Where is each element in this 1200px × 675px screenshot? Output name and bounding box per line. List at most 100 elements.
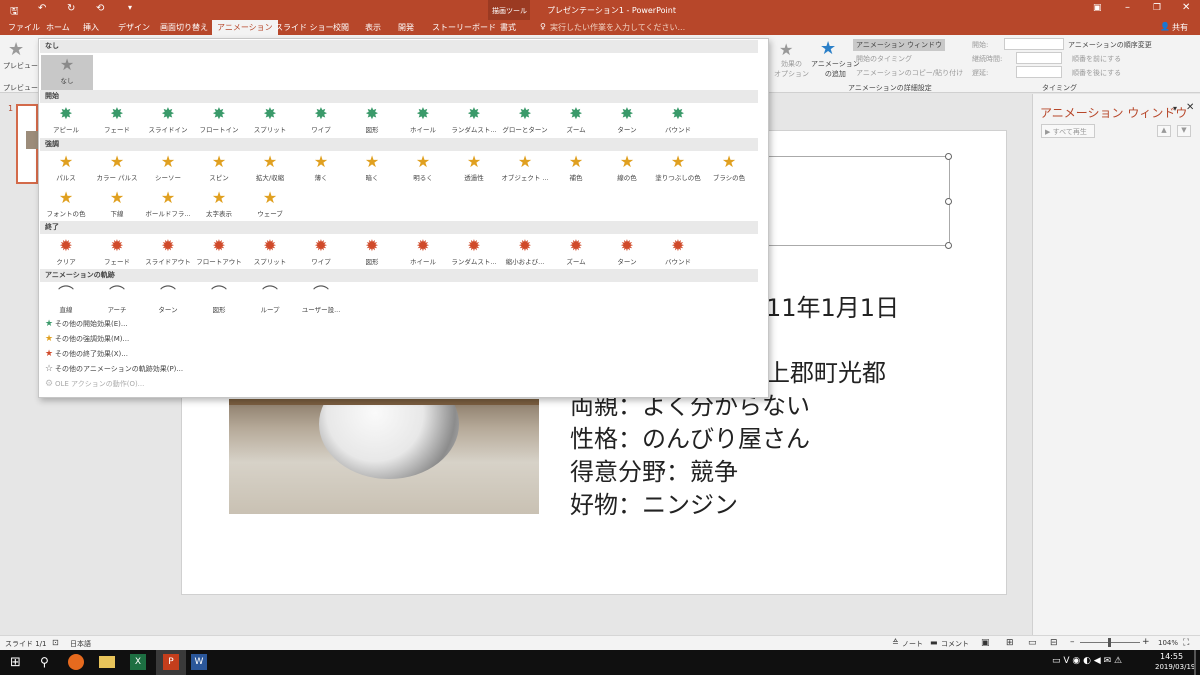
tab-design[interactable]: デザイン: [118, 22, 150, 33]
effect-options-button[interactable]: 効果の オプション: [774, 59, 809, 79]
resize-handle[interactable]: [945, 198, 952, 205]
ole-action-verbs[interactable]: ⚙ OLE アクションの動作(O)...: [45, 379, 144, 389]
tab-file[interactable]: ファイル: [8, 22, 40, 33]
emphasis-effect-10[interactable]: ★ 補色: [551, 152, 601, 192]
delay-input[interactable]: [1016, 66, 1062, 78]
normal-view-icon[interactable]: ▣: [981, 638, 990, 648]
entrance-effect-9[interactable]: ✸ グローとターン: [500, 104, 550, 144]
entrance-effect-1[interactable]: ✸ フェード: [92, 104, 142, 144]
emphasis-effect-5[interactable]: ★ 薄く: [296, 152, 346, 192]
tab-format[interactable]: 書式: [500, 22, 516, 33]
tray-icons[interactable]: ▭ V ◉ ◐ ◀ ✉ ⚠: [1052, 656, 1122, 666]
tab-home[interactable]: ホーム: [46, 22, 70, 33]
exit-effect-2[interactable]: ✹ スライドアウト: [143, 236, 193, 276]
animation-pane-button[interactable]: アニメーション ウィンドウ: [853, 39, 945, 51]
excel-icon[interactable]: X: [130, 654, 146, 670]
start-timing-button[interactable]: 開始のタイミング: [856, 54, 912, 64]
clock-date[interactable]: 2019/03/19: [1155, 663, 1195, 671]
emphasis-effect-11[interactable]: ★ 線の色: [602, 152, 652, 192]
emphasis-effect-12[interactable]: ★ 塗りつぶしの色: [653, 152, 703, 192]
exit-effect-1[interactable]: ✹ フェード: [92, 236, 142, 276]
paths-effect-1[interactable]: ⌒ アーチ: [92, 284, 142, 324]
undo-icon[interactable]: ↶: [38, 3, 46, 14]
exit-effect-0[interactable]: ✹ クリア: [41, 236, 91, 276]
exit-effect-10[interactable]: ✹ ズーム: [551, 236, 601, 276]
entrance-effect-6[interactable]: ✸ 図形: [347, 104, 397, 144]
emphasis-effect-2[interactable]: ★ シーソー: [143, 152, 193, 192]
exit-effect-7[interactable]: ✹ ホイール: [398, 236, 448, 276]
tab-review[interactable]: 校閲: [333, 22, 349, 33]
emphasis-effect-13[interactable]: ★ ブラシの色: [704, 152, 754, 192]
zoom-in-button[interactable]: +: [1142, 637, 1150, 647]
paths-effect-3[interactable]: ⌒ 図形: [194, 284, 244, 324]
emphasis-effect-4[interactable]: ★ 拡大/収縮: [245, 152, 295, 192]
effect-options-icon[interactable]: ★: [779, 40, 793, 59]
emphasis-effect-1[interactable]: ★ カラー パルス: [92, 152, 142, 192]
pane-options-icon[interactable]: ▾: [1173, 104, 1177, 113]
play-all-button[interactable]: ▶ すべて再生: [1041, 124, 1095, 138]
ribbon-display-icon[interactable]: ▣: [1093, 3, 1102, 13]
more-exit-effects[interactable]: ★ その他の終了効果(X)...: [45, 349, 128, 359]
entrance-effect-12[interactable]: ✸ バウンド: [653, 104, 703, 144]
exit-effect-6[interactable]: ✹ 図形: [347, 236, 397, 276]
sorter-view-icon[interactable]: ⊞: [1006, 638, 1014, 648]
entrance-effect-4[interactable]: ✸ スプリット: [245, 104, 295, 144]
notes-button[interactable]: ノート: [902, 639, 923, 649]
resize-handle[interactable]: [945, 153, 952, 160]
tab-slideshow[interactable]: スライド ショー: [275, 22, 334, 33]
emphasis-effect-17[interactable]: ★ 太字表示: [194, 188, 244, 228]
exit-effect-11[interactable]: ✹ ターン: [602, 236, 652, 276]
emphasis-effect-0[interactable]: ★ パルス: [41, 152, 91, 192]
close-icon[interactable]: ✕: [1182, 2, 1190, 13]
move-up-arrow[interactable]: ▲: [1157, 125, 1171, 137]
entrance-effect-7[interactable]: ✸ ホイール: [398, 104, 448, 144]
pane-close-icon[interactable]: ✕: [1186, 102, 1194, 113]
emphasis-effect-15[interactable]: ★ 下線: [92, 188, 142, 228]
tab-transitions[interactable]: 画面切り替え: [160, 22, 208, 33]
customize-qat-icon[interactable]: ▾: [128, 3, 132, 12]
zoom-slider-thumb[interactable]: [1108, 638, 1111, 647]
entrance-effect-11[interactable]: ✸ ターン: [602, 104, 652, 144]
slide-thumbnail[interactable]: [16, 104, 38, 184]
paths-effect-4[interactable]: ⌒ ループ: [245, 284, 295, 324]
emphasis-effect-6[interactable]: ★ 暗く: [347, 152, 397, 192]
restore-icon[interactable]: ❐: [1153, 3, 1161, 13]
save-icon[interactable]: 🖫: [10, 4, 19, 21]
language-indicator[interactable]: 日本語: [70, 639, 91, 649]
entrance-effect-3[interactable]: ✸ フロートイン: [194, 104, 244, 144]
duration-input[interactable]: [1016, 52, 1062, 64]
paths-effect-5[interactable]: ⌒ ユーザー設...: [296, 284, 346, 324]
tab-storyboard[interactable]: ストーリーボード: [432, 22, 496, 33]
resize-handle[interactable]: [945, 242, 952, 249]
comments-button[interactable]: コメント: [941, 639, 969, 649]
zoom-level[interactable]: 104%: [1158, 639, 1178, 647]
move-down-arrow[interactable]: ▼: [1177, 125, 1191, 137]
reading-view-icon[interactable]: ▭: [1028, 638, 1037, 648]
more-motion-paths[interactable]: ☆ その他のアニメーションの軌跡効果(P)...: [45, 364, 183, 374]
emphasis-effect-7[interactable]: ★ 明るく: [398, 152, 448, 192]
exit-effect-9[interactable]: ✹ 縮小および...: [500, 236, 550, 276]
word-icon[interactable]: W: [191, 654, 207, 670]
emphasis-effect-14[interactable]: ★ フォントの色: [41, 188, 91, 228]
entrance-effect-8[interactable]: ✸ ランダムスト...: [449, 104, 499, 144]
start-dropdown[interactable]: [1004, 38, 1064, 50]
redo-icon[interactable]: ↻: [67, 3, 75, 14]
zoom-out-button[interactable]: –: [1070, 637, 1075, 647]
entrance-effect-0[interactable]: ✸ アピール: [41, 104, 91, 144]
more-emphasis-effects[interactable]: ★ その他の強調効果(M)...: [45, 334, 129, 344]
exit-effect-3[interactable]: ✹ フロートアウト: [194, 236, 244, 276]
emphasis-effect-9[interactable]: ★ オブジェクト ...: [500, 152, 550, 192]
paths-effect-0[interactable]: ⌒ 直線: [41, 284, 91, 324]
tell-me-input[interactable]: 実行したい作業を入力してください...: [550, 22, 685, 33]
powerpoint-icon[interactable]: P: [163, 654, 179, 670]
animation-painter-button[interactable]: アニメーションのコピー/貼り付け: [856, 68, 963, 78]
tab-animations[interactable]: アニメーション: [212, 20, 278, 35]
add-animation-button[interactable]: アニメーション の追加: [811, 59, 860, 79]
slideshow-view-icon[interactable]: ⊟: [1050, 638, 1058, 648]
spellcheck-icon[interactable]: ⊡: [52, 638, 59, 647]
preview-star-icon[interactable]: ★: [8, 39, 24, 60]
show-desktop[interactable]: [1194, 650, 1196, 675]
emphasis-effect-16[interactable]: ★ ボールドフラ...: [143, 188, 193, 228]
animation-none[interactable]: ★ なし: [41, 55, 93, 90]
add-animation-icon[interactable]: ★: [820, 38, 836, 59]
